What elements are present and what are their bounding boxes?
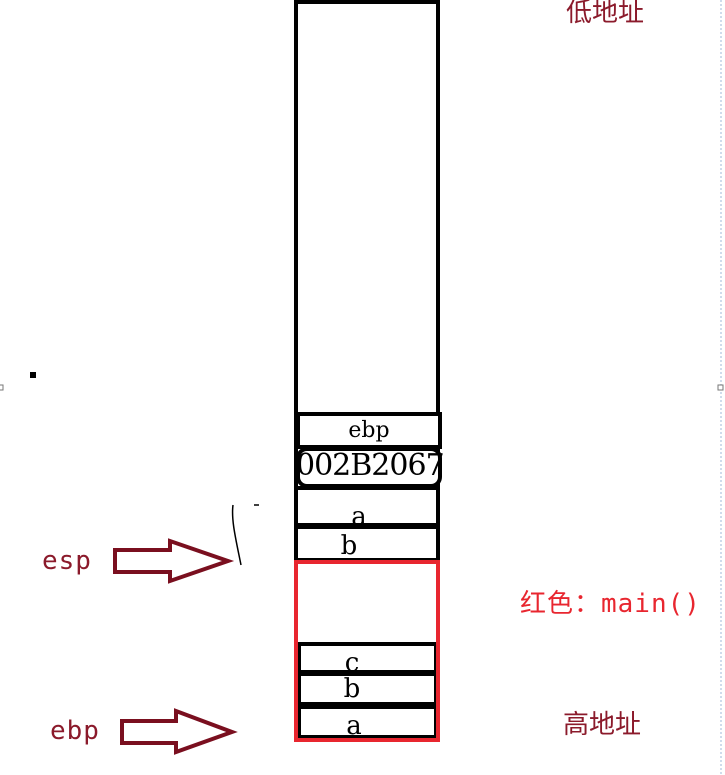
main-frame-legend: 红色：main() [520,589,701,619]
return-address-text: 002B2067 [296,448,445,483]
main-b-text: b [343,674,361,704]
param-b-text: b [340,531,358,561]
scribble-mark [231,504,242,566]
ebp-arrow [120,708,238,755]
high-address-label: 高地址 [563,710,642,740]
ebp-label: ebp [50,716,100,746]
low-address-label: 低地址 [566,0,645,28]
param-a-text: a [351,502,367,532]
main-a-text: a [346,711,362,741]
guide-handle-right [717,384,724,391]
guide-handle-left [0,384,4,391]
main-c-text: c [344,648,360,678]
saved-ebp-text: ebp [348,418,390,443]
stray-dot [30,372,36,378]
esp-label: esp [42,546,92,576]
esp-arrow [113,538,235,584]
